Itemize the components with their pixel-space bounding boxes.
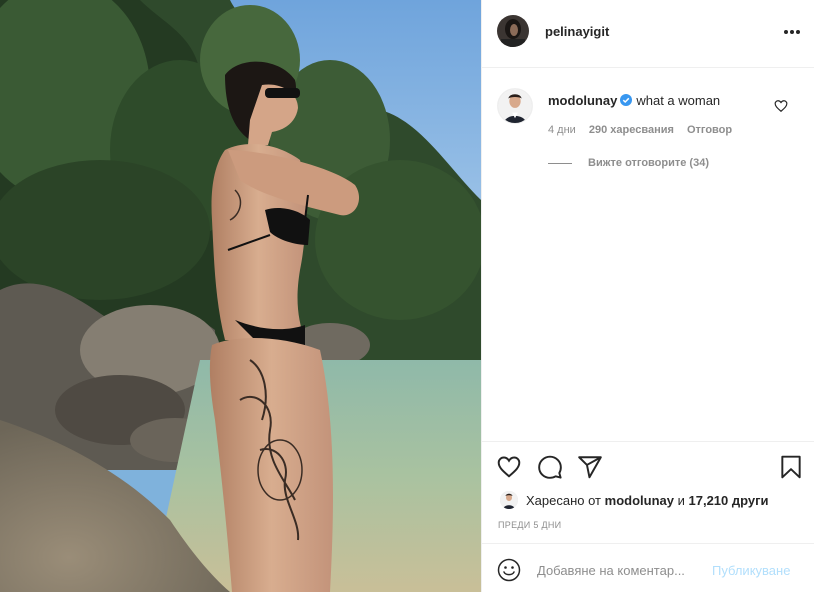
comment-time[interactable]: 4 дни bbox=[548, 124, 576, 136]
verified-icon bbox=[620, 94, 633, 106]
share-icon bbox=[578, 456, 602, 479]
commenter-avatar[interactable] bbox=[497, 88, 533, 124]
emoji-button[interactable] bbox=[497, 558, 521, 582]
photo-image bbox=[0, 0, 481, 592]
comment-text-line: modolunay what a woman bbox=[548, 93, 720, 108]
comment-like-heart-icon[interactable] bbox=[774, 99, 788, 113]
more-options-button[interactable] bbox=[780, 22, 804, 42]
liked-by-others[interactable]: 17,210 други bbox=[689, 493, 769, 508]
more-icon bbox=[784, 30, 788, 34]
comment-body: what a woman bbox=[636, 93, 721, 108]
liked-by-joiner: и bbox=[677, 492, 685, 508]
emoji-icon bbox=[497, 558, 521, 582]
comment-icon bbox=[538, 455, 562, 479]
save-icon bbox=[781, 455, 801, 479]
add-comment-section: Публикуване bbox=[482, 543, 814, 592]
comment-input[interactable] bbox=[537, 558, 707, 582]
author-username[interactable]: pelinayigit bbox=[545, 24, 609, 39]
publish-button[interactable]: Публикуване bbox=[712, 563, 790, 578]
heart-icon bbox=[497, 456, 521, 478]
author-avatar[interactable] bbox=[497, 15, 529, 47]
like-button[interactable] bbox=[496, 454, 522, 480]
replies-divider bbox=[548, 162, 572, 164]
comment-meta: 4 дни 290 харесвания Отговор bbox=[548, 124, 742, 136]
liked-by-user[interactable]: modolunay bbox=[605, 493, 674, 508]
post-timestamp[interactable]: ПРЕДИ 5 ДНИ bbox=[498, 520, 561, 530]
reply-button[interactable]: Отговор bbox=[687, 124, 732, 136]
comment-likes-count[interactable]: 290 харесвания bbox=[589, 124, 674, 136]
comment-username[interactable]: modolunay bbox=[548, 93, 617, 108]
save-button[interactable] bbox=[778, 454, 804, 480]
view-replies-button[interactable]: Вижте отговорите (34) bbox=[548, 157, 709, 169]
comment-button[interactable] bbox=[537, 454, 563, 480]
liked-by-avatar[interactable] bbox=[500, 491, 518, 509]
post-details-panel: pelinayigit modolunay what a woman 4 дни bbox=[481, 0, 814, 592]
post-actions-section: Харесано от modolunay и 17,210 други ПРЕ… bbox=[482, 441, 814, 592]
post-photo[interactable] bbox=[0, 0, 481, 592]
liked-by-row: Харесано от modolunay и 17,210 други bbox=[500, 490, 769, 510]
share-button[interactable] bbox=[577, 454, 603, 480]
liked-by-prefix: Харесано от bbox=[526, 492, 602, 508]
post-header: pelinayigit bbox=[482, 0, 814, 68]
view-replies-label: Вижте отговорите (34) bbox=[588, 157, 709, 169]
